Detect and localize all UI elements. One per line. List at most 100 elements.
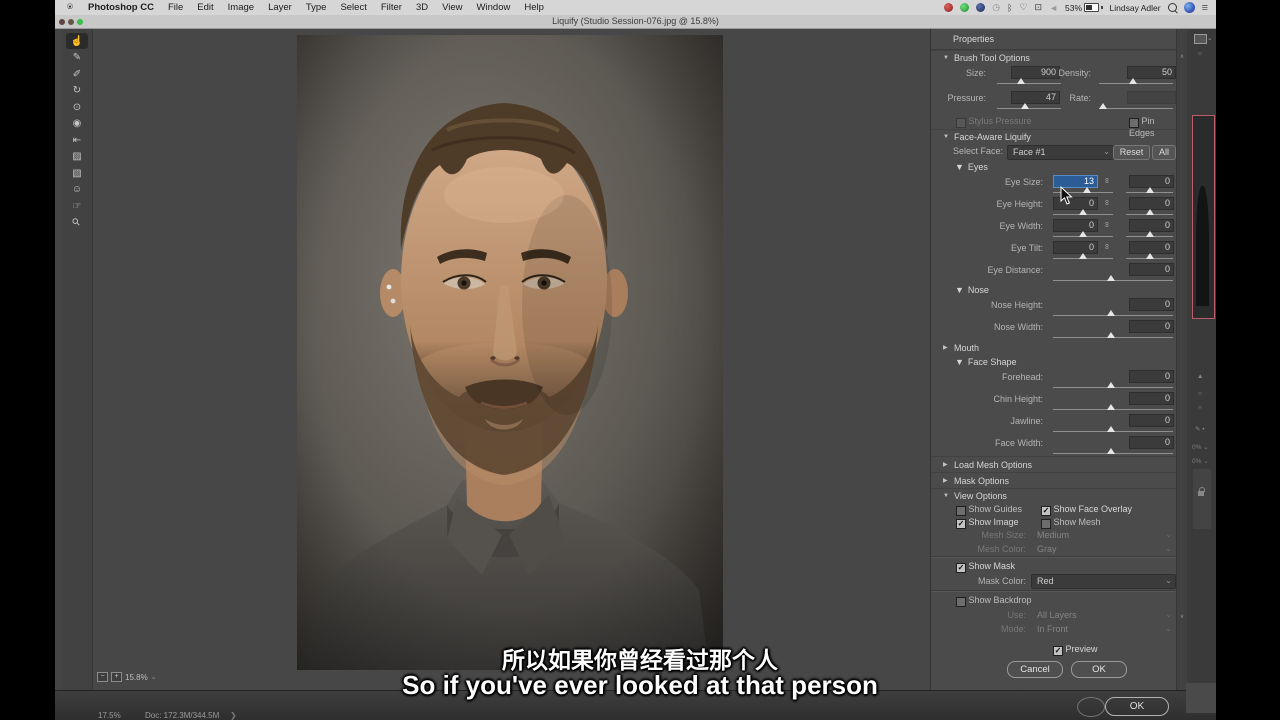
slider[interactable] [1053, 315, 1173, 316]
thaw-mask-tool[interactable]: ▧ [66, 165, 88, 181]
link-icon[interactable]: ∞ [1103, 241, 1112, 253]
slider[interactable] [1053, 337, 1173, 338]
reconstruct-tool[interactable]: ✎ [66, 50, 88, 66]
slider[interactable] [1053, 387, 1173, 388]
siri-icon[interactable] [1184, 2, 1195, 13]
menu-item-window[interactable]: Window [470, 2, 518, 13]
section-face-shape[interactable]: ▼Face Shape [931, 355, 1177, 368]
value-input[interactable]: 0 [1129, 436, 1174, 449]
status-zoom[interactable]: 17.5% [98, 711, 121, 720]
app-status-green-icon[interactable] [960, 3, 969, 12]
document-title-bar[interactable]: Liquify (Studio Session-076.jpg @ 15.8%) [55, 15, 1216, 29]
section-brush-tool-options[interactable]: ▼ Brush Tool Options [931, 50, 1177, 64]
notification-center-icon[interactable]: ≡ [1202, 2, 1208, 14]
menu-item-type[interactable]: Type [299, 2, 334, 13]
status-arrow-icon[interactable]: ❯ [230, 711, 237, 720]
liquify-canvas[interactable]: − + 15.8% ⌄ [93, 29, 930, 690]
clock-icon[interactable]: ◷ [992, 2, 1000, 13]
zoom-tool[interactable]: ⚲ [66, 215, 88, 231]
hand-tool[interactable]: ☞ [66, 198, 88, 214]
right-slider[interactable] [1126, 236, 1173, 237]
slider[interactable] [1053, 431, 1173, 432]
left-slider[interactable] [1053, 258, 1113, 259]
mask-color-dropdown[interactable]: Red⌄ [1031, 574, 1176, 589]
value-input[interactable]: 0 [1129, 392, 1174, 405]
menu-item-layer[interactable]: Layer [261, 2, 299, 13]
collapse-arrow-icon[interactable]: ▲ [1197, 373, 1203, 380]
link-icon[interactable]: ∞ [1103, 197, 1112, 209]
density-slider[interactable] [1099, 83, 1173, 84]
left-slider[interactable] [1053, 236, 1113, 237]
panel-icon[interactable] [1194, 34, 1207, 44]
size-slider[interactable] [997, 83, 1061, 84]
all-button[interactable]: All [1152, 145, 1176, 160]
slider[interactable] [1053, 453, 1173, 454]
show-mask-checkbox[interactable]: ✓ Show Mask [956, 561, 1015, 573]
menu-item-photoshop-cc[interactable]: Photoshop CC [81, 2, 161, 13]
push-left-tool[interactable]: ⇤ [66, 132, 88, 148]
app-status-red-icon[interactable] [944, 3, 953, 12]
menu-item-select[interactable]: Select [333, 2, 373, 13]
section-mouth[interactable]: ▶Mouth [931, 340, 1177, 355]
scroll-up-icon[interactable]: ∧ [1177, 53, 1187, 60]
spotlight-icon[interactable] [1168, 3, 1177, 12]
section-eyes[interactable]: ▼Eyes [931, 160, 1177, 173]
navigator-thumbnail[interactable] [1192, 115, 1215, 319]
left-value-input[interactable]: 0 [1053, 241, 1098, 254]
show-backdrop-checkbox[interactable]: ✓ Show Backdrop [956, 595, 1032, 607]
left-slider[interactable] [1053, 214, 1113, 215]
heart-icon[interactable]: ♡ [1019, 2, 1027, 13]
pucker-tool[interactable]: ⊙ [66, 99, 88, 115]
link-icon[interactable]: ∞ [1103, 175, 1112, 187]
link-icon[interactable]: ∞ [1103, 219, 1112, 231]
user-menu[interactable]: Lindsay Adler [1110, 3, 1161, 13]
value-input[interactable]: 0 [1129, 414, 1174, 427]
bloat-tool[interactable]: ◉ [66, 116, 88, 132]
slider[interactable] [1053, 409, 1173, 410]
freeze-mask-tool[interactable]: ▨ [66, 149, 88, 165]
close-window-icon[interactable] [59, 19, 65, 25]
section-nose[interactable]: ▼Nose [931, 283, 1177, 296]
zoom-window-icon[interactable] [77, 19, 83, 25]
panel-scrollbar[interactable]: ∧ ∨ [1176, 29, 1187, 690]
section-view-options[interactable]: ▼ View Options [931, 488, 1177, 502]
face-tool[interactable]: ☺ [66, 182, 88, 198]
right-slider[interactable] [1126, 192, 1173, 193]
display-mirroring-icon[interactable]: ⊡ [1035, 2, 1043, 13]
volume-icon[interactable]: ◄ [1049, 3, 1058, 13]
value-input[interactable]: 0 [1129, 263, 1174, 276]
pin-edges-checkbox[interactable]: ✓ Pin Edges [1129, 116, 1177, 138]
value-input[interactable]: 0 [1129, 370, 1174, 383]
value-input[interactable]: 0 [1129, 320, 1174, 333]
select-face-dropdown[interactable]: Face #1⌄ [1007, 145, 1114, 160]
section-mask-options[interactable]: ▶Mask Options [931, 472, 1177, 488]
right-slider[interactable] [1126, 214, 1173, 215]
menu-item-help[interactable]: Help [517, 2, 551, 13]
menu-item-view[interactable]: View [435, 2, 469, 13]
menu-item-image[interactable]: Image [221, 2, 261, 13]
apple-icon[interactable]: ⍟ [55, 2, 81, 13]
pressure-slider[interactable] [997, 108, 1061, 109]
reset-button[interactable]: Reset [1113, 145, 1150, 160]
mac-screen: ⍟ Photoshop CCFileEditImageLayerTypeSele… [55, 0, 1216, 720]
scroll-down-icon[interactable]: ∨ [1177, 613, 1187, 620]
forward-warp-tool[interactable]: ☝ [66, 33, 88, 49]
minimize-window-icon[interactable] [68, 19, 74, 25]
battery-indicator[interactable]: 53% [1065, 3, 1103, 13]
menu-item-file[interactable]: File [161, 2, 190, 13]
smooth-tool[interactable]: ✐ [66, 66, 88, 82]
menu-item-3d[interactable]: 3D [409, 2, 435, 13]
show-guides-checkbox[interactable]: ✓ Show Guides [956, 504, 1022, 516]
slider[interactable] [1053, 280, 1173, 281]
twirl-clockwise-tool[interactable]: ↻ [66, 83, 88, 99]
right-slider[interactable] [1126, 258, 1173, 259]
menu-item-filter[interactable]: Filter [374, 2, 409, 13]
left-value-input[interactable]: 0 [1053, 219, 1098, 232]
app-status-blue-icon[interactable] [976, 3, 985, 12]
value-input[interactable]: 0 [1129, 298, 1174, 311]
show-face-overlay-checkbox[interactable]: ✓ Show Face Overlay [1041, 504, 1132, 516]
bluetooth-icon[interactable]: ᛒ [1007, 3, 1012, 13]
rate-slider[interactable] [1099, 108, 1173, 109]
menu-item-edit[interactable]: Edit [190, 2, 220, 13]
section-load-mesh-options[interactable]: ▶Load Mesh Options [931, 456, 1177, 472]
